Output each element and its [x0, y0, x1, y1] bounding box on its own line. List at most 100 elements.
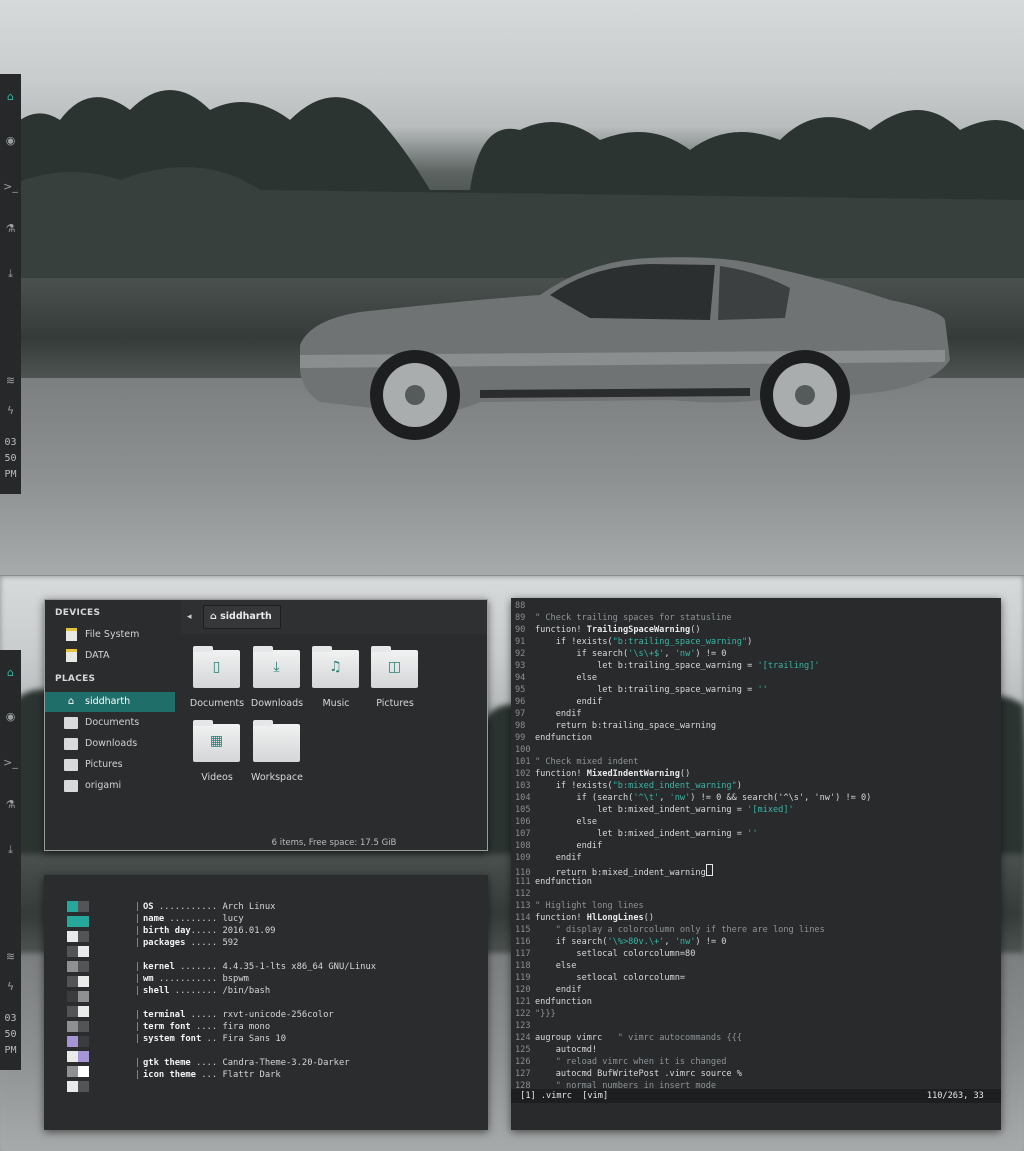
- vim-line: 104 if (search('^\t', 'nw') != 0 && sear…: [515, 792, 995, 804]
- vim-line-text: " display a colorcolumn only if there ar…: [535, 925, 825, 935]
- sidebar-item-siddharth[interactable]: ⌂ siddharth: [45, 692, 175, 712]
- breadcrumb[interactable]: ⌂ siddharth: [203, 605, 281, 629]
- palette-swatch: [78, 931, 89, 942]
- vim-editor-window[interactable]: 88 89 " Check trailing spaces for statusli…: [511, 598, 1001, 1130]
- palette-swatch: [78, 1066, 89, 1077]
- vim-line-number: 125: [515, 1045, 531, 1055]
- terminal-icon[interactable]: >_: [0, 756, 21, 769]
- vim-line-text: autocmd BufWritePost .vimrc source %: [535, 1069, 742, 1079]
- palette-swatch: [67, 1051, 78, 1062]
- folder-music[interactable]: ♫ Music: [306, 646, 366, 720]
- home-icon[interactable]: ⌂: [0, 90, 21, 103]
- vim-line-text: else: [535, 961, 577, 971]
- folder-icon: [64, 780, 78, 792]
- download-icon[interactable]: ⤓: [0, 843, 21, 857]
- vim-line-text: endfunction: [535, 733, 592, 743]
- palette-swatch: [78, 1021, 89, 1032]
- vim-line: 95 let b:trailing_space_warning = '': [515, 684, 995, 696]
- sidebar-item-documents[interactable]: Documents: [45, 713, 175, 733]
- sysinfo-line: name ......... lucy: [143, 914, 244, 924]
- power-icon: ϟ: [6, 980, 15, 993]
- vim-line-number: 88: [515, 601, 526, 611]
- flask-icon[interactable]: ⚗: [0, 798, 21, 811]
- vim-line: 124 augroup vimrc " vimrc autocommands {{…: [515, 1032, 995, 1044]
- sysinfo-separator: |: [135, 938, 141, 948]
- vim-line-number: 111: [515, 877, 531, 887]
- vim-line-number: 102: [515, 769, 531, 779]
- sysinfo-terminal-window[interactable]: | OS ........... Arch Linux | name ........…: [44, 875, 488, 1130]
- vim-line: 106 else: [515, 816, 995, 828]
- sysinfo-separator: |: [135, 1034, 141, 1044]
- vim-line-number: 106: [515, 817, 531, 827]
- clock-minute: 50: [4, 453, 17, 464]
- vim-line: 92 if search('\s\+$', 'nw') != 0: [515, 648, 995, 660]
- vim-line-number: 117: [515, 949, 531, 959]
- sysinfo-key: shell: [143, 986, 170, 996]
- vim-status-file: [1] .vimrc [vim]: [515, 1091, 609, 1101]
- document-icon: ▯: [212, 659, 221, 675]
- sysinfo-separator: |: [135, 902, 141, 912]
- sysinfo-value: ....... 4.4.35-1-lts x86_64 GNU/Linux: [174, 962, 377, 972]
- folder-pictures[interactable]: ◫ Pictures: [365, 646, 425, 720]
- music-icon: ♫: [329, 659, 342, 675]
- vim-line: 114 function! HlLongLines(): [515, 912, 995, 924]
- vim-line: 99 endfunction: [515, 732, 995, 744]
- vim-line-number: 97: [515, 709, 526, 719]
- folder-icon: [253, 720, 300, 762]
- folder-videos[interactable]: ▦ Videos: [187, 720, 247, 794]
- sysinfo-key: terminal: [143, 1010, 186, 1020]
- vim-line: 111 endfunction: [515, 876, 995, 888]
- sidebar-item-label: origami: [85, 780, 122, 791]
- palette-swatch: [67, 1036, 78, 1047]
- palette-swatch: [78, 1051, 89, 1062]
- sidebar-item-downloads[interactable]: Downloads: [45, 734, 175, 754]
- vim-line-text: endfunction: [535, 877, 592, 887]
- vim-line: 108 endif: [515, 840, 995, 852]
- folder-workspace[interactable]: Workspace: [247, 720, 307, 794]
- vim-line-text: endif: [535, 853, 582, 863]
- vim-line-text: if search('\s\+$', 'nw') != 0: [535, 649, 727, 659]
- vim-line-number: 118: [515, 961, 531, 971]
- sysinfo-value: ........... bspwm: [153, 974, 249, 984]
- firefox-icon[interactable]: ◉: [0, 134, 21, 147]
- folder-icon: [64, 759, 78, 771]
- sysinfo-value: ..... 2016.01.09: [190, 926, 276, 936]
- vim-line-number: 98: [515, 721, 526, 731]
- vim-line-text: " Check trailing spaces for statusline: [535, 613, 732, 623]
- palette-swatch: [78, 1036, 89, 1047]
- panel-bar-top: ⌂ ◉ >_ ⚗ ⤓ ≋ ϟ 03 50 PM: [0, 74, 21, 494]
- sysinfo-line: OS ........... Arch Linux: [143, 902, 275, 912]
- terminal-icon[interactable]: >_: [0, 180, 21, 193]
- vim-line-text: if search('\%>80v.\+', 'nw') != 0: [535, 937, 727, 947]
- sidebar-item-pictures[interactable]: Pictures: [45, 755, 175, 775]
- vim-line: 121 endfunction: [515, 996, 995, 1008]
- sysinfo-value: .... Candra-Theme-3.20-Darker: [190, 1058, 350, 1068]
- status-bar: 6 items, Free space: 17.5 GiB: [181, 836, 487, 850]
- vim-line: 96 endif: [515, 696, 995, 708]
- vim-line-number: 104: [515, 793, 531, 803]
- clock-period: PM: [4, 1045, 17, 1056]
- folder-documents[interactable]: ▯ Documents: [187, 646, 247, 720]
- palette-swatch: [67, 1066, 78, 1077]
- back-arrow-icon[interactable]: ◂: [187, 612, 192, 622]
- vim-line-number: 93: [515, 661, 526, 671]
- palette-swatch: [67, 946, 78, 957]
- download-icon[interactable]: ⤓: [0, 267, 21, 281]
- sysinfo-separator: |: [135, 986, 141, 996]
- vim-line-text: " reload vimrc when it is changed: [535, 1057, 727, 1067]
- vim-cursor: [705, 864, 713, 876]
- sysinfo-line: gtk theme .... Candra-Theme-3.20-Darker: [143, 1058, 350, 1068]
- sidebar-item-data[interactable]: DATA: [45, 646, 175, 666]
- vim-line: 100: [515, 744, 995, 756]
- sysinfo-line: terminal ..... rxvt-unicode-256color: [143, 1010, 334, 1020]
- home-icon[interactable]: ⌂: [0, 666, 21, 679]
- sidebar-item-file-system[interactable]: File System: [45, 625, 175, 645]
- flask-icon[interactable]: ⚗: [0, 222, 21, 235]
- firefox-icon[interactable]: ◉: [0, 710, 21, 723]
- vim-line-text: endif: [535, 709, 582, 719]
- sidebar-item-origami[interactable]: origami: [45, 776, 175, 796]
- sysinfo-separator: |: [135, 914, 141, 924]
- folder-downloads[interactable]: ⤓ Downloads: [247, 646, 307, 720]
- sysinfo-value: ........ /bin/bash: [169, 986, 271, 996]
- vim-line-number: 127: [515, 1069, 531, 1079]
